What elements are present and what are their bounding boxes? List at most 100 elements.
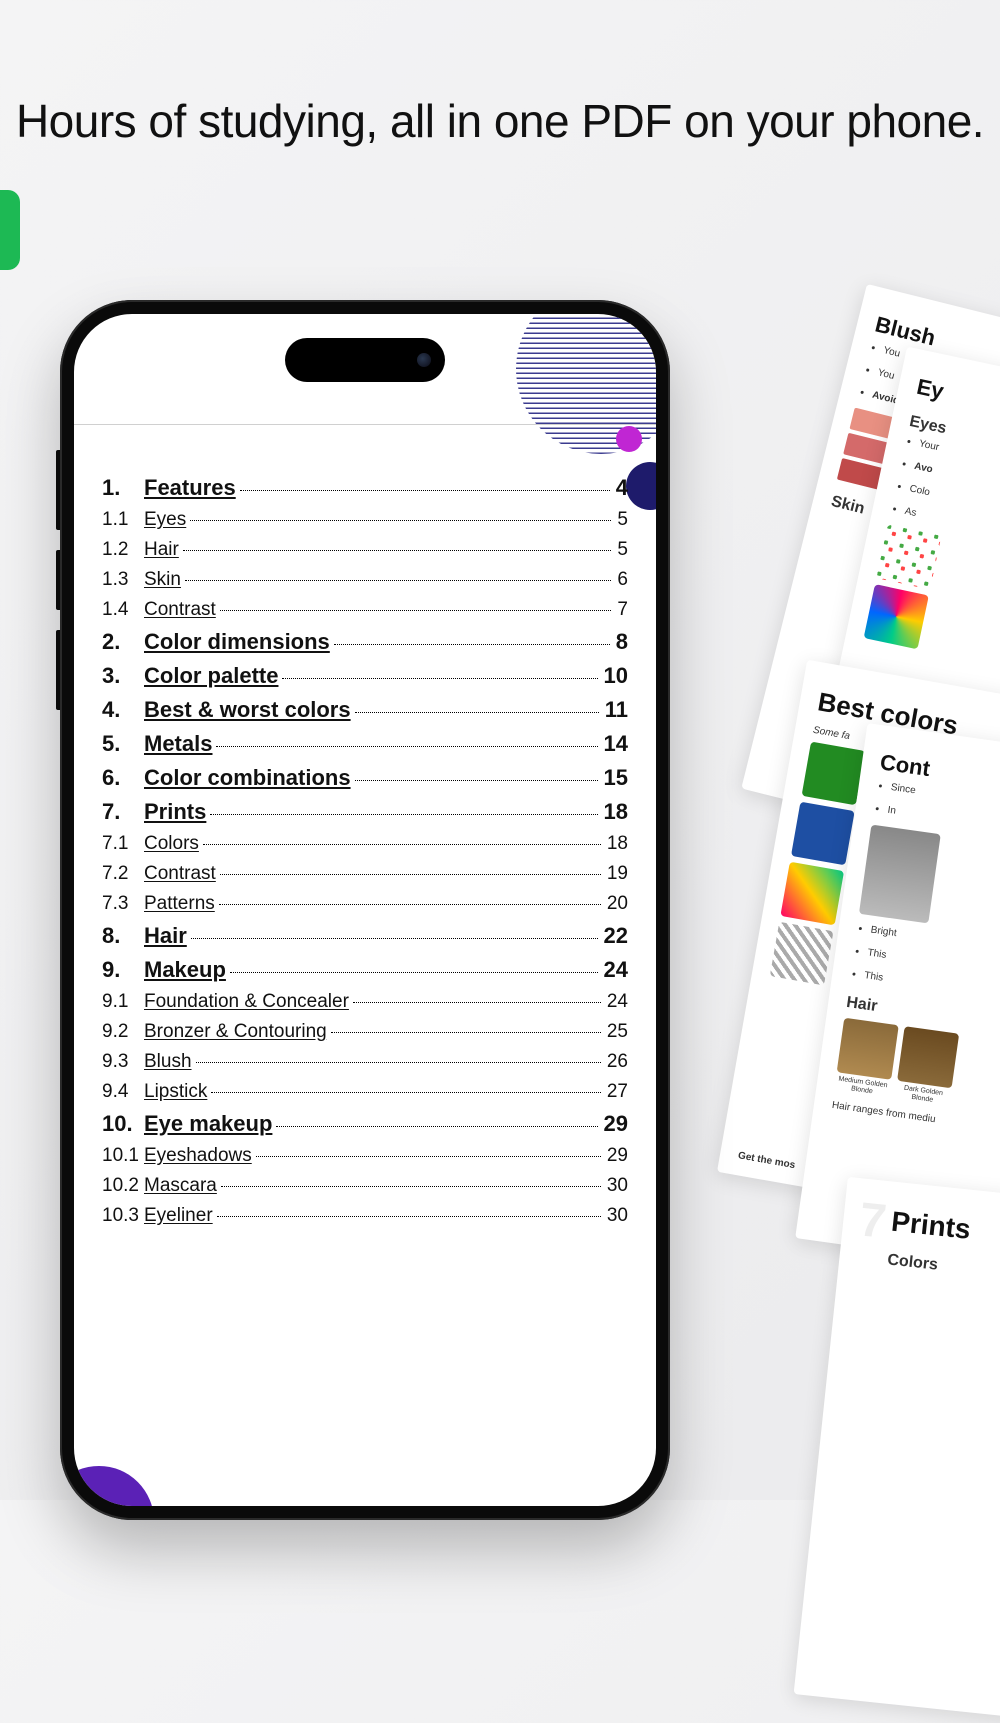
toc-row[interactable]: 7.1Colors18 bbox=[102, 833, 628, 855]
swatch bbox=[843, 433, 907, 469]
toc-page: 24 bbox=[602, 957, 628, 983]
toc-title: Skin bbox=[144, 569, 181, 591]
toc-row[interactable]: 2.Color dimensions8 bbox=[102, 629, 628, 655]
toc-title: Eyeshadows bbox=[144, 1145, 252, 1167]
toc-title: Metals bbox=[144, 731, 212, 757]
phone-screen: 1.Features41.1Eyes51.2Hair51.3Skin61.4Co… bbox=[74, 314, 656, 1506]
toc-row[interactable]: 9.4Lipstick27 bbox=[102, 1081, 628, 1103]
toc-leader bbox=[221, 1186, 601, 1187]
page-stack: Blush You You Avoid Skin 10 Ey Eyes Your… bbox=[700, 310, 1000, 1510]
swatch bbox=[837, 458, 901, 494]
toc-page: 5 bbox=[615, 539, 628, 561]
toc-page: 26 bbox=[605, 1051, 628, 1073]
card-text: Some fa bbox=[812, 725, 1000, 778]
toc-row[interactable]: 9.3Blush26 bbox=[102, 1051, 628, 1073]
toc-number: 1. bbox=[102, 475, 144, 501]
toc-row[interactable]: 9.Makeup 24 bbox=[102, 957, 628, 983]
toc-leader bbox=[217, 1216, 601, 1217]
toc-leader bbox=[183, 550, 612, 551]
toc-title: Color palette bbox=[144, 663, 278, 689]
toc-row[interactable]: 4.Best & worst colors11 bbox=[102, 697, 628, 723]
card-footer: Get the mos bbox=[737, 1150, 796, 1171]
card-text: Hair ranges from mediu bbox=[831, 1100, 1000, 1145]
toc-leader bbox=[331, 1032, 601, 1033]
toc-title: Bronzer & Contouring bbox=[144, 1021, 327, 1043]
toc-row[interactable]: 8.Hair 22 bbox=[102, 923, 628, 949]
pattern-swatch bbox=[864, 584, 929, 649]
toc-row[interactable]: 1.Features4 bbox=[102, 475, 628, 501]
toc-title: Makeup bbox=[144, 957, 226, 983]
toc-number: 7. bbox=[102, 799, 144, 825]
pattern-swatch bbox=[770, 922, 834, 986]
toc-row[interactable]: 3.Color palette10 bbox=[102, 663, 628, 689]
toc-row[interactable]: 10.Eye makeup29 bbox=[102, 1111, 628, 1137]
color-swatch bbox=[802, 742, 866, 806]
toc-page: 11 bbox=[603, 697, 628, 723]
toc-number: 9.2 bbox=[102, 1021, 144, 1043]
toc-leader bbox=[276, 1126, 597, 1127]
toc-row[interactable]: 1.2Hair5 bbox=[102, 539, 628, 561]
toc-leader bbox=[240, 490, 610, 491]
toc-leader bbox=[220, 610, 612, 611]
toc-page: 22 bbox=[602, 923, 628, 949]
toc-leader bbox=[190, 520, 611, 521]
toc-leader bbox=[355, 780, 598, 781]
toc-leader bbox=[191, 938, 598, 939]
page-eyes: 10 Ey Eyes Your Avo Colo As bbox=[799, 347, 1000, 914]
toc-row[interactable]: 1.3Skin 6 bbox=[102, 569, 628, 591]
toc-page: 6 bbox=[615, 569, 628, 591]
toc-leader bbox=[196, 1062, 601, 1063]
toc-title: Prints bbox=[144, 799, 206, 825]
toc-page: 29 bbox=[605, 1145, 628, 1167]
page-number-deco: 7 bbox=[857, 1192, 889, 1249]
toc-title: Color dimensions bbox=[144, 629, 330, 655]
toc-page: 10 bbox=[602, 663, 628, 689]
toc-number: 1.3 bbox=[102, 569, 144, 591]
toc-title: Mascara bbox=[144, 1175, 217, 1197]
toc-title: Color combinations bbox=[144, 765, 351, 791]
toc-leader bbox=[220, 874, 601, 875]
card-subheading: Hair bbox=[845, 994, 1000, 1046]
toc-number: 2. bbox=[102, 629, 144, 655]
hair-swatch: Dark Golden Blonde bbox=[895, 1026, 960, 1106]
toc-leader bbox=[210, 814, 597, 815]
decorative-green-tab bbox=[0, 190, 20, 270]
toc-page: 18 bbox=[605, 833, 628, 855]
toc-row[interactable]: 1.4Contrast7 bbox=[102, 599, 628, 621]
toc-number: 1.2 bbox=[102, 539, 144, 561]
toc-row[interactable]: 6.Color combinations15 bbox=[102, 765, 628, 791]
toc-page: 30 bbox=[605, 1175, 628, 1197]
toc-number: 8. bbox=[102, 923, 144, 949]
toc-number: 10. bbox=[102, 1111, 144, 1137]
toc-row[interactable]: 7.3Patterns20 bbox=[102, 893, 628, 915]
toc-leader bbox=[230, 972, 598, 973]
toc-title: Blush bbox=[144, 1051, 192, 1073]
toc-row[interactable]: 10.2Mascara30 bbox=[102, 1175, 628, 1197]
card-title: Best colors bbox=[815, 686, 1000, 759]
toc-title: Eyeliner bbox=[144, 1205, 213, 1227]
toc-page: 4 bbox=[614, 475, 628, 501]
toc-number: 9. bbox=[102, 957, 144, 983]
toc-row[interactable]: 9.2Bronzer & Contouring 25 bbox=[102, 1021, 628, 1043]
toc-title: Contrast bbox=[144, 599, 216, 621]
page-blush: Blush You You Avoid Skin bbox=[741, 284, 1000, 856]
toc-leader bbox=[185, 580, 611, 581]
toc-row[interactable]: 7.Prints18 bbox=[102, 799, 628, 825]
card-title: Prints bbox=[890, 1206, 1000, 1260]
toc-number: 1.1 bbox=[102, 509, 144, 531]
toc-title: Patterns bbox=[144, 893, 215, 915]
phone-side-buttons bbox=[56, 550, 60, 610]
toc-row[interactable]: 9.1Foundation & Concealer24 bbox=[102, 991, 628, 1013]
toc-row[interactable]: 10.3Eyeliner30 bbox=[102, 1205, 628, 1227]
toc-row[interactable]: 7.2Contrast19 bbox=[102, 863, 628, 885]
toc-row[interactable]: 10.1Eyeshadows 29 bbox=[102, 1145, 628, 1167]
portrait-placeholder bbox=[859, 825, 941, 924]
toc-page: 14 bbox=[602, 731, 628, 757]
toc-page: 5 bbox=[615, 509, 628, 531]
toc-page: 25 bbox=[605, 1021, 628, 1043]
toc-row[interactable]: 5.Metals14 bbox=[102, 731, 628, 757]
toc-number: 4. bbox=[102, 697, 144, 723]
toc-title: Hair bbox=[144, 923, 187, 949]
toc-number: 10.1 bbox=[102, 1145, 144, 1167]
toc-row[interactable]: 1.1Eyes5 bbox=[102, 509, 628, 531]
